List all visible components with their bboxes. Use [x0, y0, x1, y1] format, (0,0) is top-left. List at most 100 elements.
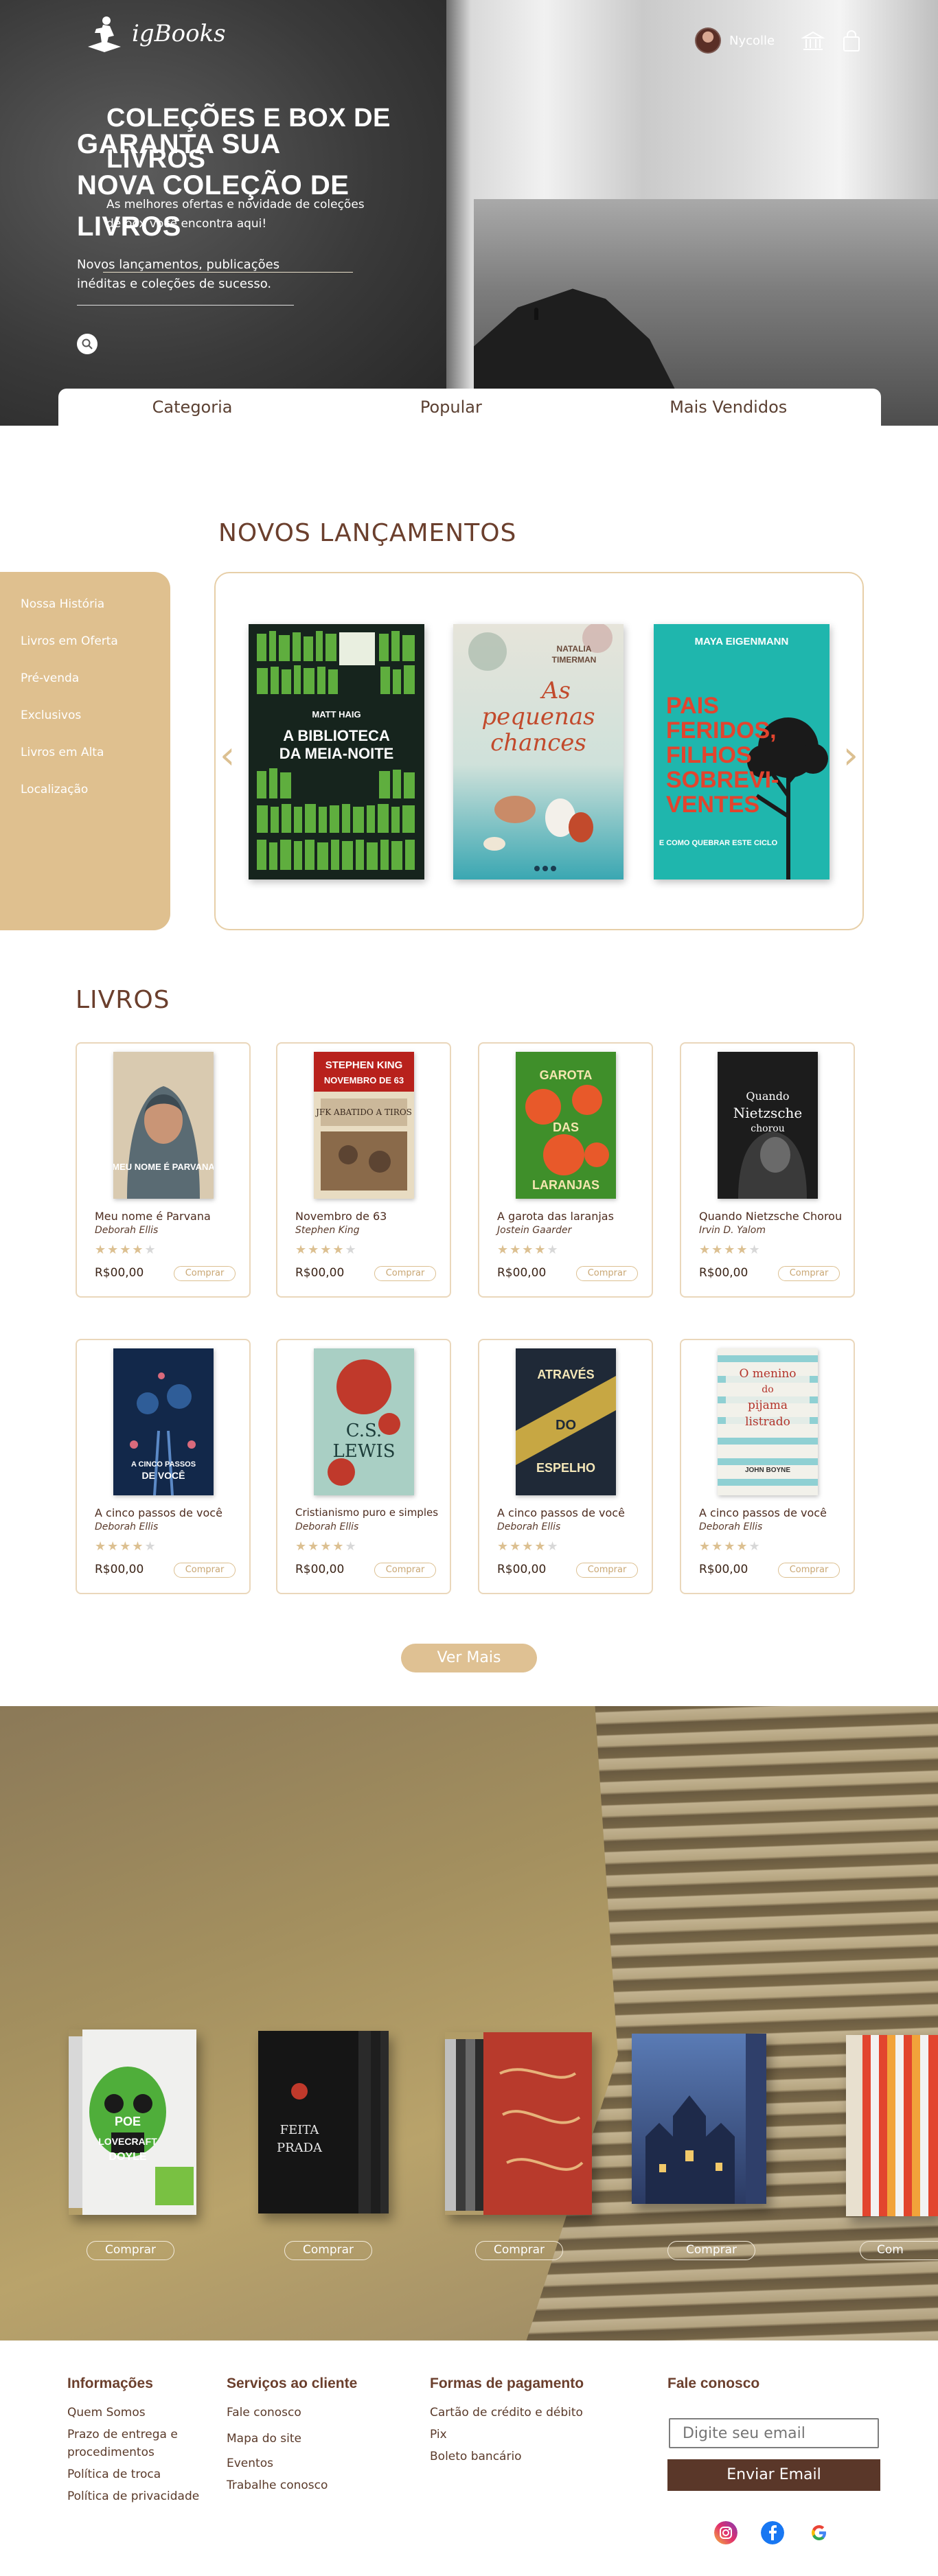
chevron-right-icon[interactable]: ›	[843, 737, 858, 775]
svg-text:chorou: chorou	[751, 1123, 784, 1134]
tab-popular[interactable]: Popular	[393, 392, 510, 422]
footer-link-prazo-entrega[interactable]: Prazo de entrega e procedimentos	[67, 2426, 218, 2461]
svg-text:JFK ABATIDO A TIROS: JFK ABATIDO A TIROS	[314, 1107, 412, 1117]
cover-pequenas-chances: NATALIA TIMERMAN As pequenas chances	[453, 624, 624, 879]
book-card[interactable]: A CINCO PASSOS DE VOCÊ A cinco passos de…	[76, 1339, 251, 1594]
side-item-ofertas[interactable]: Livros em Oferta	[0, 623, 170, 660]
user-profile[interactable]: Nycolle	[695, 27, 775, 54]
svg-text:LEWIS: LEWIS	[332, 1441, 395, 1462]
collection-buy-button[interactable]: Comprar	[667, 2241, 755, 2260]
chevron-left-icon[interactable]: ‹	[220, 737, 235, 775]
book-author: Stephen King	[295, 1225, 360, 1236]
footer-link-fale-conosco[interactable]: Fale conosco	[227, 2402, 391, 2424]
footer-payment-card: Cartão de crédito e débito	[430, 2406, 583, 2419]
svg-text:chances: chances	[490, 729, 586, 757]
svg-text:MATT HAIG: MATT HAIG	[312, 709, 361, 720]
book-author: Deborah Ellis	[295, 1521, 359, 1532]
book-title: Quando Nietzsche Chorou	[699, 1210, 843, 1223]
book-card[interactable]: ATRAVÉS DO ESPELHO A cinco passos de voc…	[478, 1339, 653, 1594]
collection-buy-button[interactable]: Comprar	[87, 2241, 174, 2260]
buy-button[interactable]: Comprar	[778, 1563, 840, 1578]
buy-button[interactable]: Comprar	[174, 1563, 236, 1578]
buy-button[interactable]: Comprar	[576, 1563, 638, 1578]
side-item-historia[interactable]: Nossa História	[0, 586, 170, 623]
side-item-pre-venda[interactable]: Pré-venda	[0, 660, 170, 697]
rating-stars: ★★★★★	[699, 1243, 762, 1257]
svg-text:ATRAVÉS: ATRAVÉS	[537, 1367, 594, 1381]
release-book-biblioteca[interactable]: MATT HAIG A BIBLIOTECA DA MEIA-NOITE	[249, 624, 424, 879]
book-title: A cinco passos de você	[497, 1506, 625, 1519]
box-collection-colorful[interactable]	[846, 2035, 938, 2216]
hero-subtitle: Novos lançamentos, publicações inéditas …	[77, 257, 280, 291]
svg-text:VENTES: VENTES	[666, 792, 759, 818]
footer-link-quem-somos[interactable]: Quem Somos	[67, 2402, 218, 2424]
book-card[interactable]: Quando Nietzsche chorou Quando Nietzsche…	[680, 1042, 855, 1298]
buy-button[interactable]: Comprar	[374, 1266, 436, 1281]
google-icon[interactable]	[808, 2521, 831, 2544]
side-item-localizacao[interactable]: Localização	[0, 771, 170, 808]
box-collection-red[interactable]	[445, 2032, 592, 2215]
book-card[interactable]: C.S. LEWIS Cristianismo puro e simples D…	[276, 1339, 451, 1594]
buy-button[interactable]: Comprar	[576, 1266, 638, 1281]
book-price: R$00,00	[295, 1266, 345, 1280]
side-item-em-alta[interactable]: Livros em Alta	[0, 734, 170, 771]
book-cover: Quando Nietzsche chorou	[717, 1052, 818, 1199]
hero-search-button[interactable]	[77, 334, 98, 354]
facebook-icon[interactable]	[761, 2521, 784, 2544]
release-book-pais-feridos[interactable]: MAYA EIGENMANN PAIS FERIDOS, FILHOS SOBR…	[654, 624, 830, 879]
see-more-button[interactable]: Ver Mais	[401, 1644, 537, 1672]
svg-text:pijama: pijama	[748, 1399, 788, 1412]
book-cover: MEU NOME É PARVANA	[113, 1052, 214, 1199]
svg-text:FILHOS: FILHOS	[666, 742, 752, 768]
svg-text:A CINCO PASSOS: A CINCO PASSOS	[130, 1460, 195, 1469]
footer-link-trabalhe-conosco[interactable]: Trabalhe conosco	[227, 2474, 391, 2496]
footer-services-title: Serviços ao cliente	[227, 2376, 358, 2391]
book-price: R$00,00	[497, 1266, 547, 1280]
book-card[interactable]: GAROTA DAS LARANJAS A garota das laranja…	[478, 1042, 653, 1298]
book-card[interactable]: MEU NOME É PARVANA Meu nome é Parvana De…	[76, 1042, 251, 1298]
library-icon[interactable]	[801, 29, 825, 54]
svg-text:A BIBLIOTECA: A BIBLIOTECA	[283, 727, 390, 744]
rating-stars: ★★★★★	[699, 1539, 762, 1554]
collection-buy-button[interactable]: Com	[860, 2241, 938, 2260]
svg-text:MEU NOME É PARVANA: MEU NOME É PARVANA	[113, 1162, 214, 1172]
collection-buy-button[interactable]: Comprar	[284, 2241, 372, 2260]
instagram-icon[interactable]	[714, 2521, 737, 2544]
footer-link-eventos[interactable]: Eventos	[227, 2452, 391, 2474]
footer-link-politica-privacidade[interactable]: Política de privacidade	[67, 2485, 218, 2507]
book-card[interactable]: STEPHEN KING NOVEMBRO DE 63 JFK ABATIDO …	[276, 1042, 451, 1298]
footer-link-politica-troca[interactable]: Política de troca	[67, 2463, 218, 2485]
footer-link-mapa-site[interactable]: Mapa do site	[227, 2428, 391, 2450]
tab-mais-vendidos[interactable]: Mais Vendidos	[642, 392, 814, 422]
book-cover: C.S. LEWIS	[313, 1348, 414, 1495]
side-item-exclusivos[interactable]: Exclusivos	[0, 697, 170, 734]
buy-button[interactable]: Comprar	[174, 1266, 236, 1281]
svg-text:listrado: listrado	[745, 1415, 790, 1429]
svg-text:PAIS: PAIS	[666, 693, 719, 719]
book-author: Jostein Gaarder	[497, 1225, 572, 1236]
cover-pais-feridos: MAYA EIGENMANN PAIS FERIDOS, FILHOS SOBR…	[654, 624, 830, 879]
buy-button[interactable]: Comprar	[778, 1266, 840, 1281]
book-author: Deborah Ellis	[95, 1521, 159, 1532]
email-field[interactable]	[669, 2418, 879, 2448]
box-poe-lovecraft-doyle[interactable]: POE LOVECRAFT DOYLE	[69, 2029, 196, 2215]
buy-button[interactable]: Comprar	[374, 1563, 436, 1578]
shopping-bag-icon[interactable]	[839, 29, 864, 54]
site-logo[interactable]: igBooks	[84, 12, 226, 55]
footer-services: Serviços ao cliente Fale conosco Mapa do…	[227, 2376, 391, 2496]
svg-text:Quando: Quando	[746, 1090, 789, 1103]
box-feita-prada[interactable]: FEITA PRADA	[258, 2031, 389, 2213]
release-book-pequenas-chances[interactable]: NATALIA TIMERMAN As pequenas chances	[453, 624, 624, 879]
logo-reader-icon	[88, 16, 121, 52]
book-card[interactable]: O menino do pijama listrado JOHN BOYNE A…	[680, 1339, 855, 1594]
hero-divider	[77, 305, 294, 306]
collections-title: COLEÇÕES E BOX DE LIVROS	[106, 104, 391, 174]
svg-text:Nietzsche: Nietzsche	[733, 1105, 802, 1121]
collection-buy-button[interactable]: Comprar	[475, 2241, 563, 2260]
svg-text:FERIDOS,: FERIDOS,	[666, 717, 777, 744]
box-collection-castle[interactable]	[632, 2034, 766, 2204]
side-menu: Nossa História Livros em Oferta Pré-vend…	[0, 572, 170, 930]
send-email-button[interactable]: Enviar Email	[667, 2459, 880, 2491]
tab-categoria[interactable]: Categoria	[125, 392, 260, 422]
svg-text:JOHN BOYNE: JOHN BOYNE	[744, 1467, 790, 1474]
